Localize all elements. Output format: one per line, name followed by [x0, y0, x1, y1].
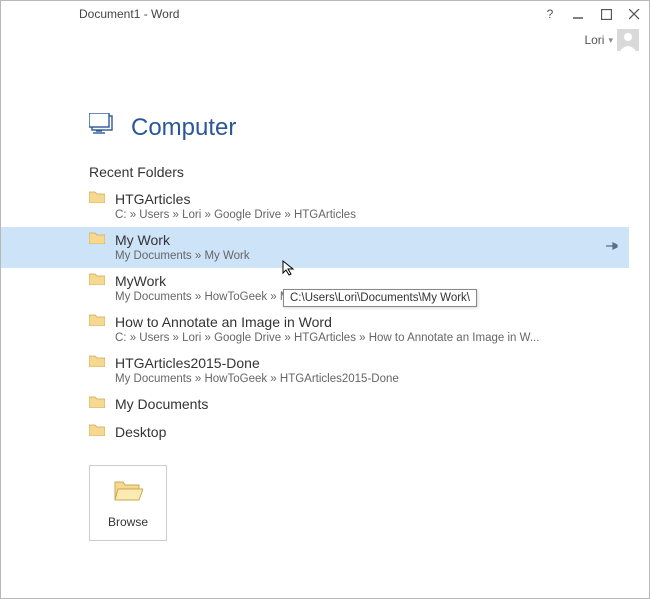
- user-name[interactable]: Lori: [584, 33, 604, 47]
- page-heading: Computer: [37, 113, 627, 142]
- user-dropdown-icon[interactable]: ▾: [608, 35, 613, 46]
- browse-label: Browse: [108, 515, 148, 529]
- folder-name: HTGArticles: [115, 191, 190, 207]
- folder-path: My Documents » My Work: [115, 250, 601, 262]
- folder-name: How to Annotate an Image in Word: [115, 314, 332, 330]
- help-button[interactable]: ?: [543, 7, 557, 21]
- folder-icon: [89, 272, 105, 290]
- user-bar: Lori ▾: [1, 27, 649, 53]
- folder-item[interactable]: My Documents: [65, 391, 609, 419]
- folder-name: Desktop: [115, 424, 166, 440]
- pin-icon[interactable]: [605, 239, 619, 257]
- folder-path: My Documents » HowToGeek » HTGArticles20…: [115, 373, 601, 385]
- section-label: Recent Folders: [89, 164, 627, 180]
- folder-icon: [89, 313, 105, 331]
- folder-name: HTGArticles2015-Done: [115, 355, 260, 371]
- path-tooltip: C:\Users\Lori\Documents\My Work\: [283, 289, 477, 307]
- close-button[interactable]: [627, 7, 641, 21]
- folder-item[interactable]: HTGArticles2015-Done My Documents » HowT…: [65, 350, 609, 391]
- app-window: Document1 - Word ? Lori ▾: [0, 0, 650, 599]
- folder-icon: [89, 354, 105, 372]
- title-bar: Document1 - Word ?: [1, 1, 649, 27]
- folder-name: My Documents: [115, 396, 208, 412]
- browse-button[interactable]: Browse: [89, 465, 167, 541]
- heading-text: Computer: [131, 114, 236, 142]
- maximize-button[interactable]: [599, 7, 613, 21]
- avatar[interactable]: [617, 29, 639, 51]
- folder-icon: [89, 395, 105, 413]
- folder-icon: [89, 190, 105, 208]
- folder-name: MyWork: [115, 273, 166, 289]
- recent-folders-list: HTGArticles C: » Users » Lori » Google D…: [65, 186, 627, 447]
- window-title: Document1 - Word: [79, 7, 179, 21]
- folder-path: C: » Users » Lori » Google Drive » HTGAr…: [115, 332, 601, 344]
- folder-item[interactable]: HTGArticles C: » Users » Lori » Google D…: [65, 186, 609, 227]
- folder-item[interactable]: Desktop: [65, 419, 609, 447]
- folder-icon: [89, 423, 105, 441]
- computer-icon: [89, 113, 117, 142]
- minimize-button[interactable]: [571, 7, 585, 21]
- folder-item[interactable]: My Work My Documents » My Work: [1, 227, 629, 268]
- folder-name: My Work: [115, 232, 170, 248]
- folder-item[interactable]: How to Annotate an Image in Word C: » Us…: [65, 309, 609, 350]
- folder-open-icon: [113, 478, 143, 507]
- folder-path: C: » Users » Lori » Google Drive » HTGAr…: [115, 209, 601, 221]
- folder-icon: [89, 231, 105, 249]
